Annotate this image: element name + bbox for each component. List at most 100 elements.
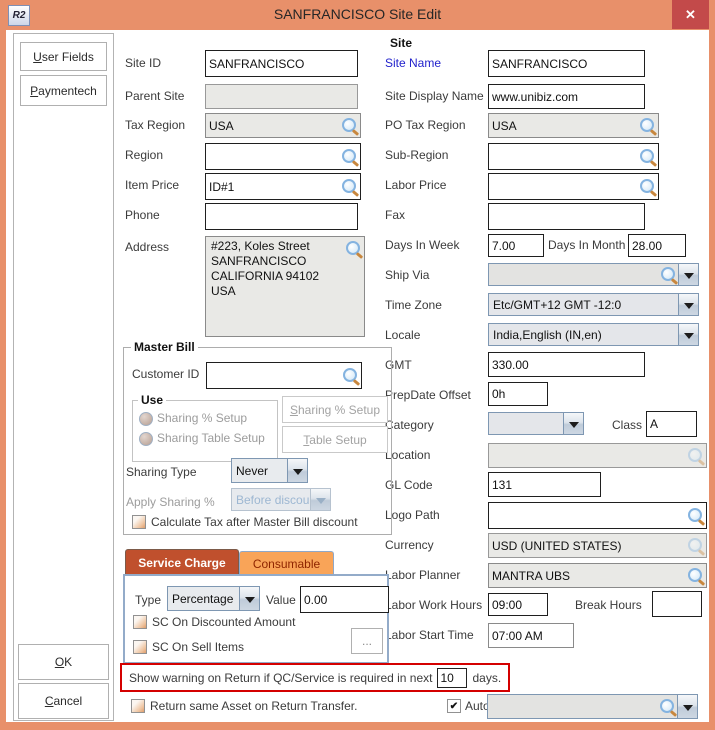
- labor-price-field[interactable]: [488, 173, 659, 200]
- category-label: Category: [385, 418, 434, 432]
- title-bar[interactable]: R2 SANFRANCISCO Site Edit ✕: [0, 0, 715, 30]
- search-icon[interactable]: [660, 699, 674, 713]
- time-zone-combo[interactable]: Etc/GMT+12 GMT -12:0: [488, 293, 699, 316]
- qc-warning-days-field[interactable]: 10: [437, 668, 467, 688]
- site-display-name-field[interactable]: www.unibiz.com: [488, 84, 645, 109]
- chevron-down-icon[interactable]: [678, 264, 698, 285]
- search-icon[interactable]: [342, 179, 356, 193]
- search-icon[interactable]: [342, 149, 356, 163]
- region-field[interactable]: [205, 143, 361, 170]
- search-icon[interactable]: [343, 368, 357, 382]
- master-bill-group: Master Bill Customer ID Use Sharing % Se…: [123, 347, 392, 535]
- labor-start-time-field[interactable]: 07:00 AM: [488, 623, 574, 648]
- site-name-field[interactable]: SANFRANCISCO: [488, 50, 645, 77]
- qc-warning-box: Show warning on Return if QC/Service is …: [120, 663, 510, 692]
- days-in-month-field[interactable]: 28.00: [628, 234, 686, 257]
- item-price-field[interactable]: ID#1: [205, 173, 361, 200]
- search-icon[interactable]: [346, 241, 360, 255]
- site-name-label: Site Name: [385, 56, 441, 70]
- more-options-button[interactable]: ...: [351, 628, 383, 654]
- item-price-label: Item Price: [125, 178, 179, 192]
- search-icon: [688, 448, 702, 462]
- po-tax-region-field[interactable]: USA: [488, 113, 659, 138]
- tab-consumable[interactable]: Consumable: [239, 551, 334, 575]
- search-icon[interactable]: [688, 568, 702, 582]
- days-in-month-label: Days In Month: [548, 238, 625, 252]
- qc-warning-text-before: Show warning on Return if QC/Service is …: [129, 671, 432, 685]
- chevron-down-icon[interactable]: [677, 695, 697, 718]
- sc-sell-items-checkbox[interactable]: [133, 640, 147, 654]
- break-hours-label: Break Hours: [575, 598, 642, 612]
- chevron-down-icon: [310, 489, 330, 510]
- sharing-table-radio-label: Sharing Table Setup: [157, 431, 265, 445]
- parent-site-label: Parent Site: [125, 89, 184, 103]
- search-icon: [688, 538, 702, 552]
- labor-start-time-label: Labor Start Time: [385, 628, 474, 642]
- tab-service-charge[interactable]: Service Charge: [125, 549, 239, 575]
- sharing-type-label: Sharing Type: [126, 465, 197, 479]
- sharing-pct-setup-button: Sharing % Setup: [282, 396, 388, 423]
- cancel-button[interactable]: Cancel: [18, 683, 109, 719]
- ship-via-label: Ship Via: [385, 268, 429, 282]
- sub-region-field[interactable]: [488, 143, 659, 170]
- sharing-type-combo[interactable]: Never: [231, 458, 308, 483]
- user-fields-button[interactable]: User Fields: [20, 42, 107, 71]
- close-button[interactable]: ✕: [672, 0, 709, 29]
- search-icon[interactable]: [688, 508, 702, 522]
- region-label: Region: [125, 148, 163, 162]
- chevron-down-icon[interactable]: [287, 459, 307, 482]
- logo-path-field[interactable]: [488, 502, 707, 529]
- gmt-field[interactable]: 330.00: [488, 352, 645, 377]
- locale-label: Locale: [385, 328, 420, 342]
- use-group: Use Sharing % Setup Sharing Table Setup: [132, 400, 278, 462]
- calc-tax-checkbox[interactable]: [132, 515, 146, 529]
- search-icon[interactable]: [640, 149, 654, 163]
- sc-discounted-checkbox[interactable]: [133, 615, 147, 629]
- chevron-down-icon[interactable]: [678, 294, 698, 315]
- break-hours-field[interactable]: [652, 591, 702, 617]
- tax-region-field[interactable]: USA: [205, 113, 361, 138]
- auto-swap-checkbox[interactable]: ✔: [447, 699, 461, 713]
- sharing-table-radio: [139, 432, 153, 446]
- locale-combo[interactable]: India,English (IN,en): [488, 323, 699, 346]
- search-icon[interactable]: [661, 267, 675, 281]
- prepdate-offset-label: PrepDate Offset: [385, 388, 471, 402]
- search-icon[interactable]: [342, 118, 356, 132]
- fax-field[interactable]: [488, 203, 645, 230]
- chevron-down-icon[interactable]: [563, 413, 583, 434]
- search-icon[interactable]: [640, 179, 654, 193]
- chevron-down-icon[interactable]: [239, 587, 259, 610]
- ship-via-combo[interactable]: [488, 263, 699, 286]
- labor-work-hours-field[interactable]: 09:00: [488, 593, 548, 616]
- gl-code-label: GL Code: [385, 478, 433, 492]
- class-field[interactable]: A: [646, 411, 697, 437]
- phone-field[interactable]: [205, 203, 358, 230]
- address-field[interactable]: #223, Koles Street SANFRANCISCO CALIFORN…: [205, 236, 365, 337]
- location-field: [488, 443, 707, 468]
- check-icon: ✔: [450, 701, 458, 712]
- dialog-window: R2 SANFRANCISCO Site Edit ✕ User Fields …: [0, 0, 715, 730]
- paymentech-button[interactable]: Paymentech: [20, 75, 107, 106]
- sc-type-combo[interactable]: Percentage: [167, 586, 260, 611]
- site-id-field[interactable]: SANFRANCISCO: [205, 50, 358, 77]
- customer-id-label: Customer ID: [132, 367, 199, 381]
- customer-id-field[interactable]: [206, 362, 362, 389]
- chevron-down-icon[interactable]: [678, 324, 698, 345]
- sc-value-field[interactable]: 0.00: [300, 586, 389, 613]
- site-section-header: Site: [390, 36, 412, 50]
- search-icon[interactable]: [640, 118, 654, 132]
- return-same-asset-checkbox[interactable]: [131, 699, 145, 713]
- auto-swap-site-combo[interactable]: [487, 694, 698, 719]
- category-combo[interactable]: [488, 412, 584, 435]
- sharing-pct-radio-label: Sharing % Setup: [157, 411, 247, 425]
- logo-path-label: Logo Path: [385, 508, 440, 522]
- window-title: SANFRANCISCO Site Edit: [0, 6, 715, 22]
- prepdate-offset-field[interactable]: 0h: [488, 382, 548, 406]
- currency-field: USD (UNITED STATES): [488, 533, 707, 558]
- gl-code-field[interactable]: 131: [488, 472, 601, 497]
- table-setup-button: Table Setup: [282, 426, 388, 453]
- days-in-week-field[interactable]: 7.00: [488, 234, 544, 257]
- labor-planner-field[interactable]: MANTRA UBS: [488, 563, 707, 588]
- use-group-title: Use: [138, 393, 166, 407]
- ok-button[interactable]: OK: [18, 644, 109, 680]
